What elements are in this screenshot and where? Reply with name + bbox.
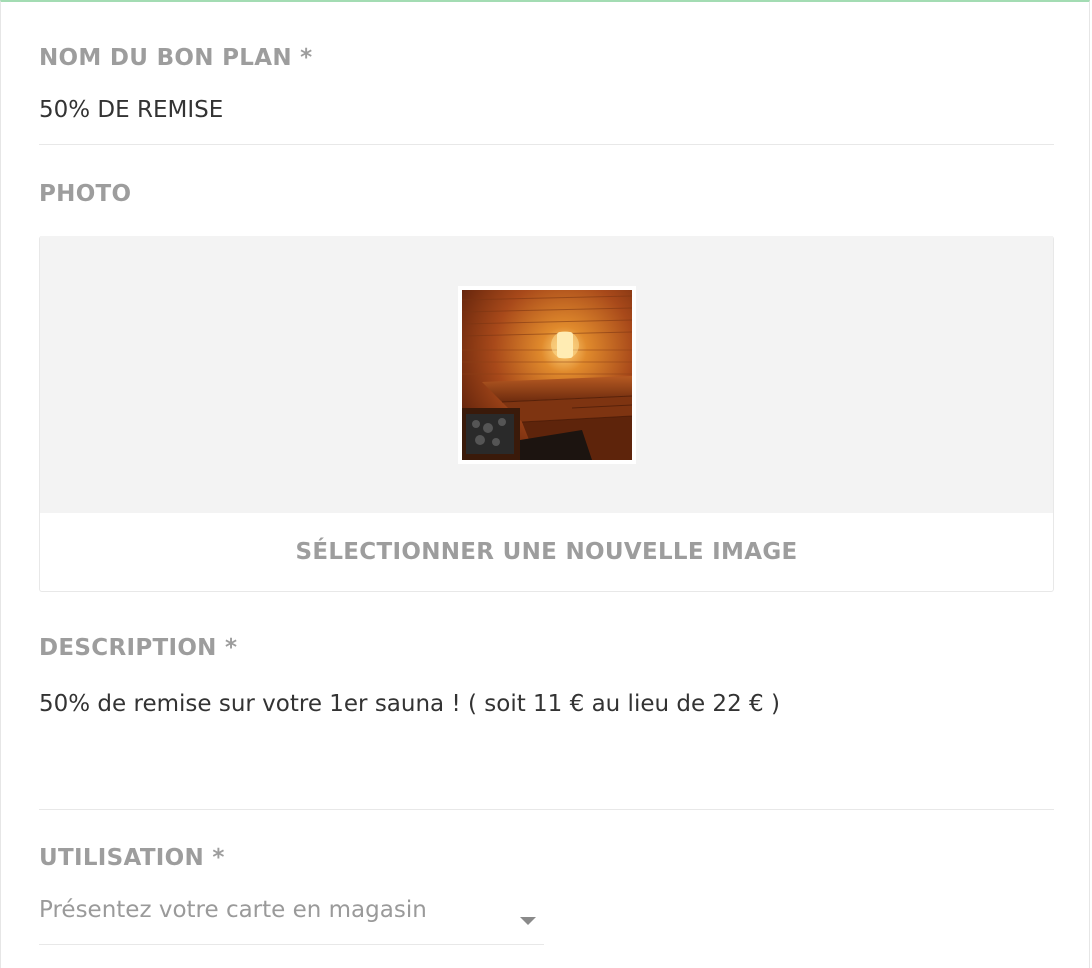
select-new-image-button[interactable]: SÉLECTIONNER UNE NOUVELLE IMAGE [40,513,1053,591]
chevron-down-icon[interactable] [520,917,536,925]
photo-label: PHOTO [39,181,132,207]
usage-selected-value: Présentez votre carte en magasin [39,897,427,923]
photo-thumbnail [458,286,636,464]
name-field[interactable]: 50% DE REMISE [39,97,223,123]
sauna-image [462,290,632,460]
name-label: NOM DU BON PLAN * [39,45,313,71]
photo-preview-area [40,236,1053,513]
photo-uploader: SÉLECTIONNER UNE NOUVELLE IMAGE [39,236,1054,592]
description-label: DESCRIPTION * [39,635,238,661]
form-panel: NOM DU BON PLAN * 50% DE REMISE PHOTO SÉ… [0,0,1090,968]
description-field[interactable]: 50% de remise sur votre 1er sauna ! ( so… [39,691,780,717]
divider [39,809,1054,810]
usage-label: UTILISATION * [39,845,225,871]
divider [39,144,1054,145]
usage-select[interactable]: Présentez votre carte en magasin [39,895,544,945]
